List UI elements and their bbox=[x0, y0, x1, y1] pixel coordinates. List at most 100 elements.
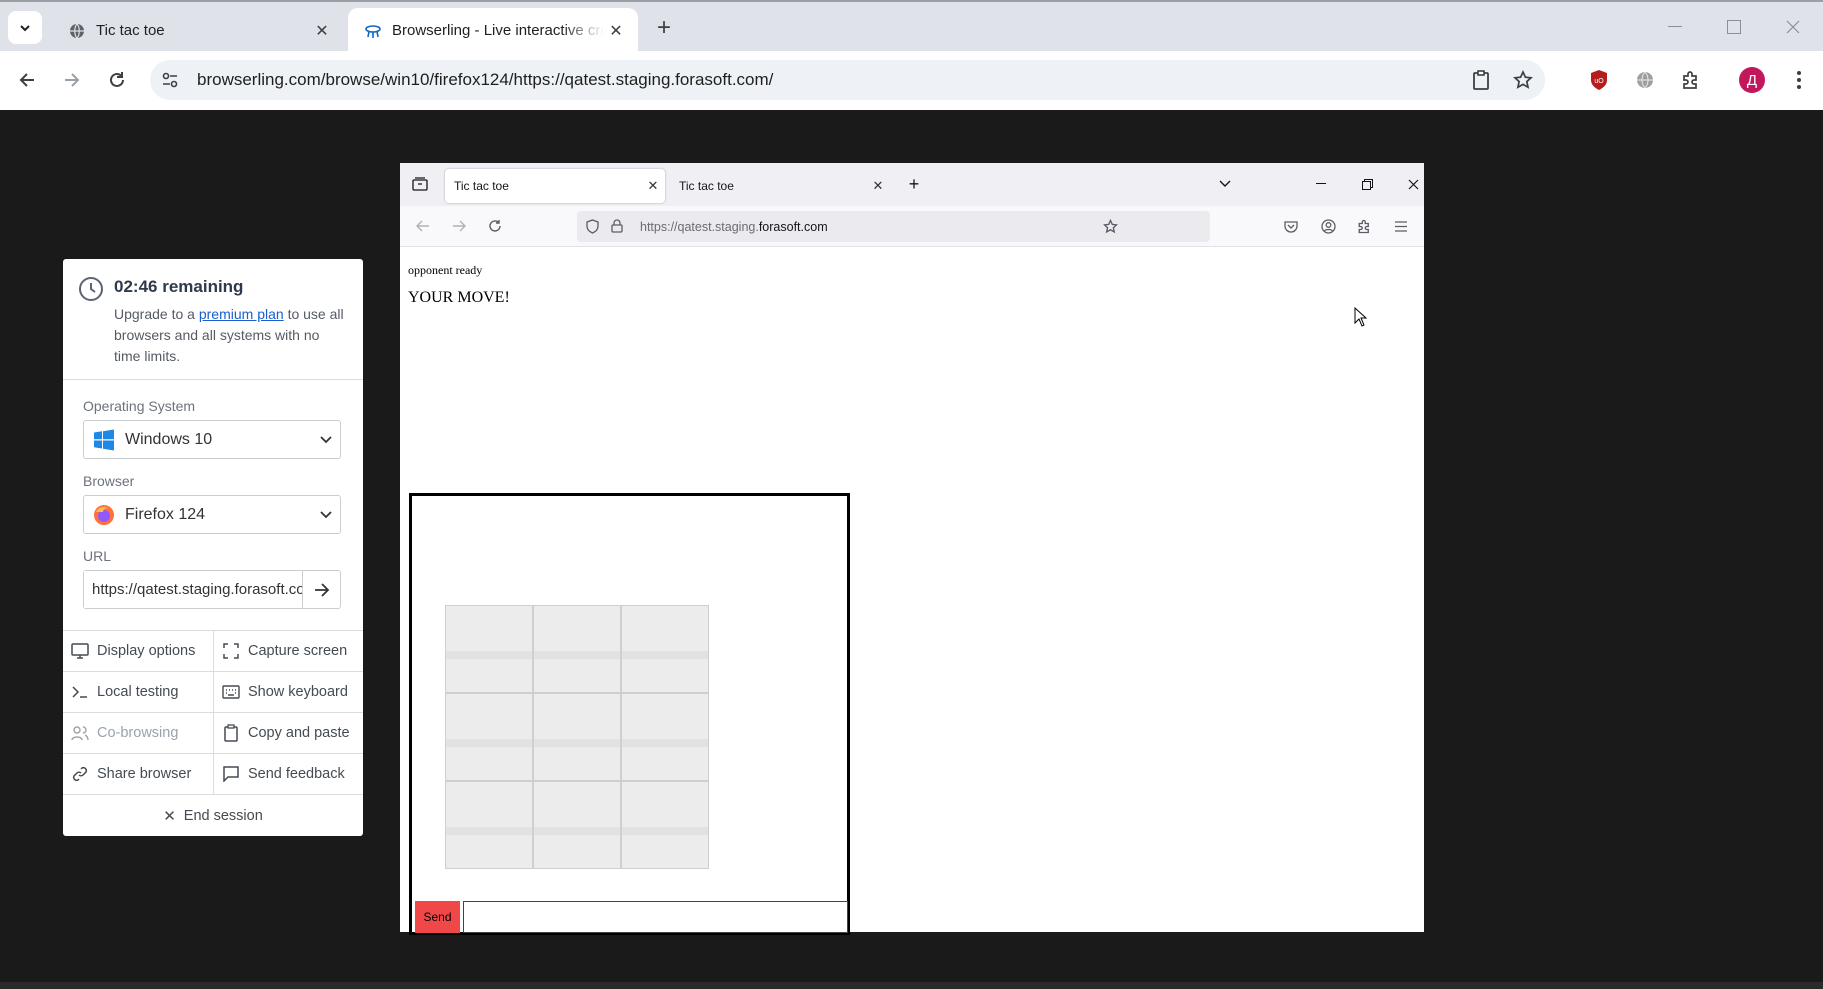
list-tabs-icon[interactable] bbox=[1212, 171, 1238, 197]
url-input[interactable] bbox=[84, 571, 303, 608]
url-field-group bbox=[83, 570, 341, 609]
os-select[interactable]: Windows 10 bbox=[83, 420, 341, 459]
bookmark-star-icon[interactable] bbox=[1097, 213, 1123, 239]
avatar-initial: Д bbox=[1739, 67, 1765, 93]
board-cell-1[interactable] bbox=[445, 605, 533, 693]
firefox-tab[interactable]: Tic tac toe ✕ bbox=[670, 169, 890, 203]
action-label: Show keyboard bbox=[248, 684, 348, 700]
maximize-icon[interactable] bbox=[1714, 12, 1754, 42]
board-cell-4[interactable] bbox=[445, 693, 533, 781]
page-scrollbar[interactable] bbox=[0, 982, 1823, 989]
url-label: URL bbox=[83, 548, 112, 564]
close-tab-icon[interactable]: ✕ bbox=[641, 178, 665, 194]
clipboard-icon[interactable] bbox=[1463, 62, 1499, 98]
profile-avatar[interactable]: Д bbox=[1734, 62, 1770, 98]
board-cell-9[interactable] bbox=[621, 781, 709, 869]
new-tab-button[interactable]: + bbox=[650, 14, 678, 42]
arrow-right-icon bbox=[314, 582, 329, 597]
chevron-down-icon bbox=[312, 510, 340, 519]
tab-search-button[interactable] bbox=[8, 11, 42, 44]
chrome-tab-tic-tac-toe[interactable]: Tic tac toe ✕ bbox=[52, 8, 344, 53]
hamburger-menu-icon[interactable] bbox=[1388, 213, 1414, 239]
action-grid: Display options Capture screen Local tes… bbox=[63, 630, 363, 836]
new-tab-button[interactable]: + bbox=[901, 171, 927, 197]
co-browsing-button[interactable]: Co-browsing bbox=[63, 713, 213, 753]
close-window-icon[interactable] bbox=[1773, 12, 1813, 42]
end-session-button[interactable]: ✕ End session bbox=[63, 795, 363, 836]
browser-select[interactable]: Firefox 124 bbox=[83, 495, 341, 534]
ublock-icon[interactable]: uO bbox=[1581, 62, 1617, 98]
shield-icon[interactable] bbox=[579, 213, 605, 239]
action-label: Capture screen bbox=[248, 643, 348, 659]
globe-icon bbox=[68, 22, 86, 40]
board-cell-2[interactable] bbox=[533, 605, 621, 693]
omnibox[interactable]: browserling.com/browse/win10/firefox124/… bbox=[150, 60, 1545, 100]
firefox-view-icon[interactable] bbox=[407, 171, 433, 197]
site-settings-icon[interactable] bbox=[153, 63, 187, 97]
bookmark-star-icon[interactable] bbox=[1505, 62, 1541, 98]
restore-icon[interactable] bbox=[1354, 171, 1380, 197]
send-button[interactable]: Send bbox=[415, 901, 460, 933]
time-remaining: 02:46 remaining bbox=[114, 277, 244, 296]
board-cell-3[interactable] bbox=[621, 605, 709, 693]
forward-icon[interactable] bbox=[446, 213, 472, 239]
message-input[interactable] bbox=[463, 901, 848, 933]
tab-title: Tic tac toe bbox=[96, 22, 165, 39]
opponent-status: opponent ready bbox=[408, 263, 483, 277]
close-tab-icon[interactable]: ✕ bbox=[310, 19, 334, 43]
pocket-icon[interactable] bbox=[1278, 213, 1304, 239]
close-tab-icon[interactable]: ✕ bbox=[604, 19, 628, 43]
extensions-puzzle-icon[interactable] bbox=[1351, 213, 1377, 239]
go-button[interactable] bbox=[302, 571, 340, 608]
board-cell-7[interactable] bbox=[445, 781, 533, 869]
capture-screen-button[interactable]: Capture screen bbox=[213, 631, 363, 671]
os-label: Operating System bbox=[83, 398, 196, 414]
extension-globe-icon[interactable] bbox=[1627, 62, 1663, 98]
tab-title: Browserling - Live interactive cross-bro… bbox=[392, 22, 604, 39]
chrome-menu-icon[interactable] bbox=[1781, 62, 1817, 98]
action-label: Send feedback bbox=[248, 766, 345, 782]
keyboard-icon bbox=[221, 682, 241, 702]
chrome-toolbar: browserling.com/browse/win10/firefox124/… bbox=[0, 51, 1823, 110]
board-cell-6[interactable] bbox=[621, 693, 709, 781]
firefox-nav-bar: https://qatest.staging.forasoft.com bbox=[400, 206, 1424, 247]
upgrade-prefix: Upgrade to a bbox=[114, 306, 195, 322]
lock-icon[interactable] bbox=[604, 213, 630, 239]
minimize-icon[interactable] bbox=[1655, 12, 1695, 42]
chrome-tab-strip: Tic tac toe ✕ Browserling - Live interac… bbox=[0, 0, 1823, 53]
copy-and-paste-button[interactable]: Copy and paste bbox=[213, 713, 363, 753]
send-feedback-button[interactable]: Send feedback bbox=[213, 754, 363, 794]
forward-icon[interactable] bbox=[54, 62, 90, 98]
browserling-icon bbox=[364, 22, 382, 40]
firefox-tab-active[interactable]: Tic tac toe ✕ bbox=[445, 169, 665, 203]
close-window-icon[interactable] bbox=[1400, 171, 1426, 197]
display-options-button[interactable]: Display options bbox=[63, 631, 213, 671]
firefox-url: https://qatest.staging.forasoft.com bbox=[640, 220, 828, 234]
chevron-down-icon bbox=[20, 24, 30, 31]
upgrade-text: Upgrade to a premium plan to use all bro… bbox=[114, 304, 344, 367]
action-label: Local testing bbox=[97, 684, 179, 700]
firefox-url-bar[interactable]: https://qatest.staging.forasoft.com bbox=[577, 211, 1210, 242]
extensions-puzzle-icon[interactable] bbox=[1673, 62, 1709, 98]
board-cell-8[interactable] bbox=[533, 781, 621, 869]
local-testing-button[interactable]: Local testing bbox=[63, 672, 213, 712]
url-domain: forasoft.com bbox=[758, 219, 828, 234]
clock-icon bbox=[79, 277, 103, 301]
reload-icon[interactable] bbox=[99, 62, 135, 98]
url-prefix: https://qatest.staging. bbox=[640, 219, 759, 234]
chrome-tab-browserling[interactable]: Browserling - Live interactive cross-bro… bbox=[348, 8, 638, 53]
os-value: Windows 10 bbox=[125, 430, 213, 448]
close-tab-icon[interactable]: ✕ bbox=[866, 178, 890, 194]
reload-icon[interactable] bbox=[482, 213, 508, 239]
back-icon[interactable] bbox=[410, 213, 436, 239]
timer-section: 02:46 remaining Upgrade to a premium pla… bbox=[63, 259, 363, 380]
remote-firefox-window: Tic tac toe ✕ Tic tac toe ✕ + https://qa… bbox=[400, 163, 1426, 935]
show-keyboard-button[interactable]: Show keyboard bbox=[213, 672, 363, 712]
premium-plan-link[interactable]: premium plan bbox=[199, 306, 284, 322]
minimize-icon[interactable] bbox=[1308, 171, 1334, 197]
share-browser-button[interactable]: Share browser bbox=[63, 754, 213, 794]
account-icon[interactable] bbox=[1315, 213, 1341, 239]
board-cell-5[interactable] bbox=[533, 693, 621, 781]
back-icon[interactable] bbox=[9, 62, 45, 98]
svg-text:uO: uO bbox=[1594, 78, 1604, 85]
